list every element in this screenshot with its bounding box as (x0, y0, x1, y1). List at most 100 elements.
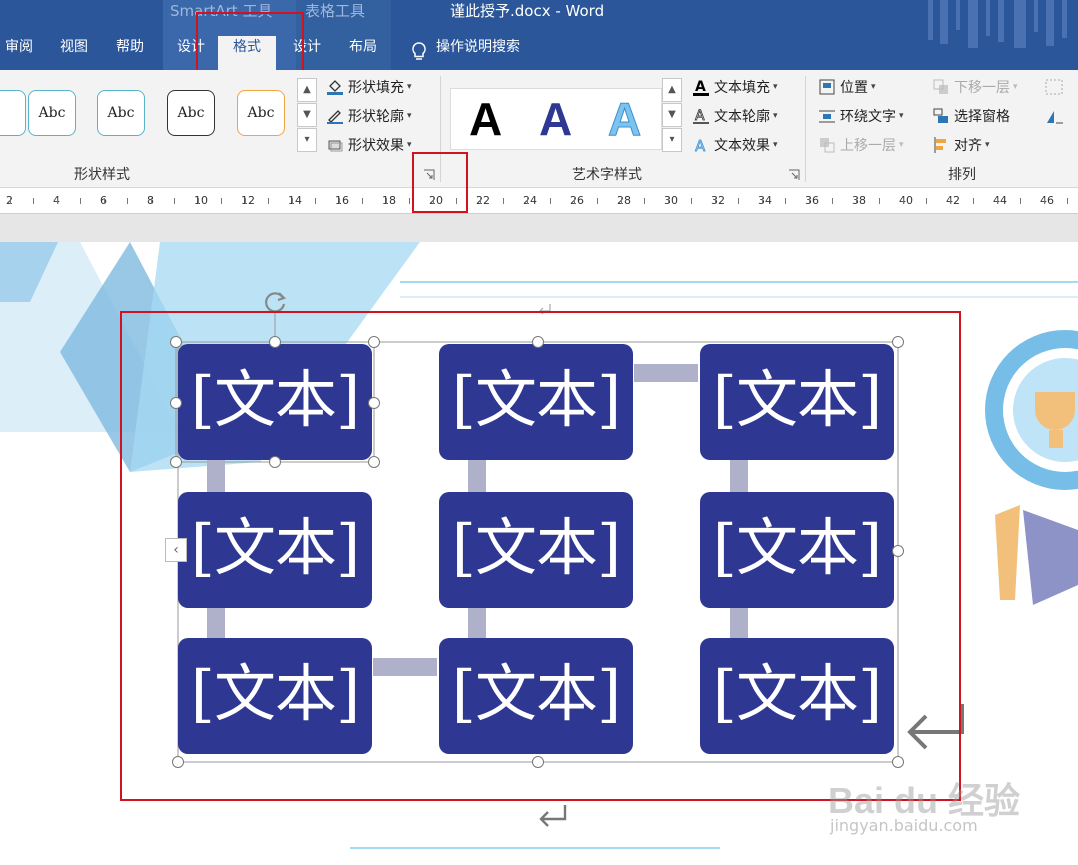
ruler-tick (597, 198, 598, 204)
ruler-tick (409, 198, 410, 204)
send-backward-icon (933, 79, 948, 94)
send-backward-label: 下移一层 (954, 80, 1010, 96)
decorative-bars (928, 0, 1067, 48)
align-icon (934, 137, 946, 153)
shape-style-partial[interactable] (0, 90, 26, 136)
ruler-tick (761, 198, 763, 204)
group-divider (805, 76, 806, 182)
ruler-tick (1067, 198, 1068, 204)
shape-style-3[interactable]: Abc (167, 90, 215, 136)
wordart-gallery[interactable]: A A A (450, 88, 662, 150)
bring-forward-button[interactable]: 上移一层 ▾ (818, 134, 904, 156)
text-effects-icon: A (695, 137, 707, 154)
bring-forward-icon (820, 138, 835, 153)
shape-outline-button[interactable]: 形状轮廓 ▾ (326, 105, 412, 127)
tab-review[interactable]: 审阅 (0, 36, 38, 70)
ruler-tick (103, 198, 105, 204)
tab-view[interactable]: 视图 (52, 36, 96, 70)
align-label: 对齐 (954, 138, 982, 154)
ruler-tick (221, 198, 222, 204)
ruler-tick (291, 198, 293, 204)
shape-fill-button[interactable]: 形状填充 ▾ (326, 76, 412, 98)
text-fill-icon: A (693, 79, 709, 96)
wrap-text-label: 环绕文字 (840, 109, 896, 125)
tab-help[interactable]: 帮助 (108, 36, 152, 70)
document-page[interactable]: [文本] [文本] [文本] [文本] [文本] [文本] [文本] [文本] … (0, 242, 1078, 865)
ruler-tick (197, 198, 199, 204)
selection-pane-button[interactable]: 选择窗格 (932, 105, 1010, 127)
shape-gallery-scroll[interactable]: ▲ ▼ ▾ (297, 78, 317, 152)
text-outline-label: 文本轮廓 (714, 109, 770, 125)
group-objects-icon[interactable] (1044, 78, 1066, 96)
ruler-label: 24 (523, 194, 537, 207)
tab-layout[interactable]: 布局 (338, 36, 388, 70)
ruler-tick (56, 198, 58, 204)
selection-pane-label: 选择窗格 (954, 109, 1010, 125)
ruler-tick (385, 198, 387, 204)
ruler-label: 38 (852, 194, 866, 207)
horizontal-ruler[interactable]: 2468101214161820222426283032343638404244… (0, 188, 1078, 214)
ruler-tick (315, 198, 316, 204)
text-effects-button[interactable]: A 文本效果 ▾ (692, 134, 778, 156)
pencil-icon (327, 110, 343, 124)
ruler-label: 22 (476, 194, 490, 207)
highlight-format-tab (196, 12, 304, 70)
gallery-up-icon[interactable]: ▲ (662, 78, 682, 102)
watermark-url: jingyan.baidu.com (830, 816, 978, 835)
ruler-tick (268, 198, 269, 204)
wordart-style-2[interactable]: A (539, 89, 572, 149)
shape-outline-label: 形状轮廓 (348, 109, 404, 125)
ruler-tick (150, 198, 152, 204)
gallery-up-icon[interactable]: ▲ (297, 78, 317, 102)
text-fill-button[interactable]: A 文本填充 ▾ (692, 76, 778, 98)
lightbulb-icon (412, 42, 426, 60)
wordart-style-1[interactable]: A (469, 89, 502, 149)
wrap-text-button[interactable]: 环绕文字 ▾ (818, 105, 904, 127)
text-outline-icon: A (693, 108, 709, 124)
shape-style-4[interactable]: Abc (237, 90, 285, 136)
ruler-tick (174, 198, 175, 204)
ruler-tick (33, 198, 34, 204)
ruler-tick (832, 198, 833, 204)
position-button[interactable]: 位置 ▾ (818, 76, 876, 98)
align-button[interactable]: 对齐 ▾ (932, 134, 990, 156)
gallery-more-icon[interactable]: ▾ (297, 128, 317, 152)
shape-style-2[interactable]: Abc (97, 90, 145, 136)
ruler-label: 16 (335, 194, 349, 207)
shape-style-1[interactable]: Abc (28, 90, 76, 136)
rotate-objects-icon[interactable] (1044, 108, 1066, 126)
ruler-tick (902, 198, 904, 204)
tell-me-search[interactable]: 操作说明搜索 (436, 36, 540, 70)
ruler-label: 36 (805, 194, 819, 207)
ruler-tick (996, 198, 998, 204)
ruler-tick (949, 198, 951, 204)
ruler-tick (503, 198, 504, 204)
dialog-launcher-icon[interactable] (788, 169, 800, 181)
ruler-tick (1043, 198, 1045, 204)
selection-pane-icon (933, 108, 948, 123)
gallery-more-icon[interactable]: ▾ (662, 128, 682, 152)
ruler-label: 40 (899, 194, 913, 207)
shape-effects-button[interactable]: 形状效果 ▾ (326, 134, 412, 156)
ruler-tick (785, 198, 786, 204)
ruler-label: 44 (993, 194, 1007, 207)
ruler-tick (738, 198, 739, 204)
highlight-smartart (120, 311, 961, 801)
wordart-style-3[interactable]: A (607, 89, 641, 149)
ruler-tick (620, 198, 622, 204)
table-tools-label: 表格工具 (305, 2, 366, 20)
shape-effects-label: 形状效果 (348, 138, 404, 154)
ruler-label: 32 (711, 194, 725, 207)
document-title: 谨此授予.docx - Word (450, 2, 605, 20)
ruler-tick (691, 198, 692, 204)
ruler-label: 10 (194, 194, 208, 207)
text-outline-button[interactable]: A 文本轮廓 ▾ (692, 105, 778, 127)
ruler-tick (80, 198, 81, 204)
svg-text:A: A (695, 79, 706, 95)
wordart-gallery-scroll[interactable]: ▲ ▼ ▾ (662, 78, 682, 152)
gallery-down-icon[interactable]: ▼ (297, 103, 317, 127)
gallery-down-icon[interactable]: ▼ (662, 103, 682, 127)
shape-fill-label: 形状填充 (348, 80, 404, 96)
ruler-tick (362, 198, 363, 204)
send-backward-button[interactable]: 下移一层 ▾ (932, 76, 1018, 98)
